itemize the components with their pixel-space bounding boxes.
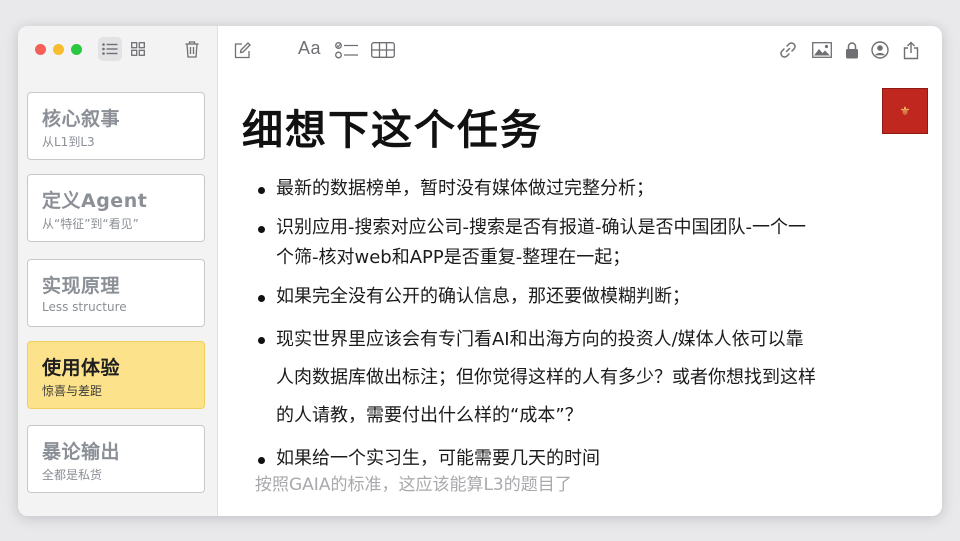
note-card-opinions[interactable]: 暴论输出 全都是私货 <box>27 425 205 493</box>
note-bullet-list: 最新的数据榜单，暂时没有媒体做过完整分析； 识别应用-搜索对应公司-搜索是否有报… <box>258 174 818 483</box>
note-card-core-narrative[interactable]: 核心叙事 从L1到L3 <box>27 92 205 160</box>
sidebar: 核心叙事 从L1到L3 定义Agent 从“特征”到“看见” 实现原理 Less… <box>18 26 218 516</box>
link-icon[interactable] <box>776 38 800 62</box>
note-card-experience[interactable]: 使用体验 惊喜与差距 <box>27 341 205 409</box>
share-icon[interactable] <box>899 38 923 62</box>
card-subtitle: 惊喜与差距 <box>42 384 103 398</box>
card-title: 暴论输出 <box>42 441 121 463</box>
collaborate-icon[interactable] <box>868 38 892 62</box>
card-title: 定义Agent <box>42 190 148 212</box>
trash-icon[interactable] <box>180 37 204 61</box>
note-title: 细想下这个任务 <box>242 106 543 154</box>
card-title: 使用体验 <box>42 357 121 379</box>
zoom-window-button[interactable] <box>71 44 82 55</box>
footnote-text: 按照GAIA的标准，这应该能算L3的题目了 <box>255 475 572 495</box>
seal-stamp-image: ⚜ <box>882 88 928 134</box>
list-view-icon[interactable] <box>98 37 122 61</box>
card-title: 实现原理 <box>42 275 121 297</box>
minimize-window-button[interactable] <box>53 44 64 55</box>
list-item: 如果完全没有公开的确认信息，那还要做模糊判断； <box>258 282 818 312</box>
lock-icon[interactable] <box>840 38 864 62</box>
sidebar-toolbar <box>18 26 217 74</box>
gallery-view-icon[interactable] <box>126 37 150 61</box>
card-subtitle: Less structure <box>42 300 127 314</box>
notes-window: 核心叙事 从L1到L3 定义Agent 从“特征”到“看见” 实现原理 Less… <box>18 26 942 516</box>
list-item: 识别应用-搜索对应公司-搜索是否有报道-确认是否中国团队-一个一个筛-核对web… <box>258 213 818 273</box>
note-card-principle[interactable]: 实现原理 Less structure <box>27 259 205 327</box>
table-icon[interactable] <box>371 38 395 62</box>
photo-icon[interactable] <box>810 38 834 62</box>
note-card-define-agent[interactable]: 定义Agent 从“特征”到“看见” <box>27 174 205 242</box>
card-title: 核心叙事 <box>42 108 121 130</box>
checklist-icon[interactable] <box>335 38 359 62</box>
stamp-glyph: ⚜ <box>898 104 912 118</box>
compose-icon[interactable] <box>230 38 254 62</box>
card-subtitle: 从L1到L3 <box>42 135 95 149</box>
note-editor: Aa ⚜ 细想下这个任务 最新的数据榜单，暂时没有媒体做过完整分析； 识别应用- <box>218 26 942 516</box>
format-button[interactable]: Aa <box>298 38 321 59</box>
close-window-button[interactable] <box>35 44 46 55</box>
card-subtitle: 从“特征”到“看见” <box>42 217 139 231</box>
card-subtitle: 全都是私货 <box>42 468 103 482</box>
list-item: 最新的数据榜单，暂时没有媒体做过完整分析； <box>258 174 818 204</box>
list-item: 现实世界里应该会有专门看AI和出海方向的投资人/媒体人依可以靠人肉数据库做出标注… <box>258 321 818 435</box>
